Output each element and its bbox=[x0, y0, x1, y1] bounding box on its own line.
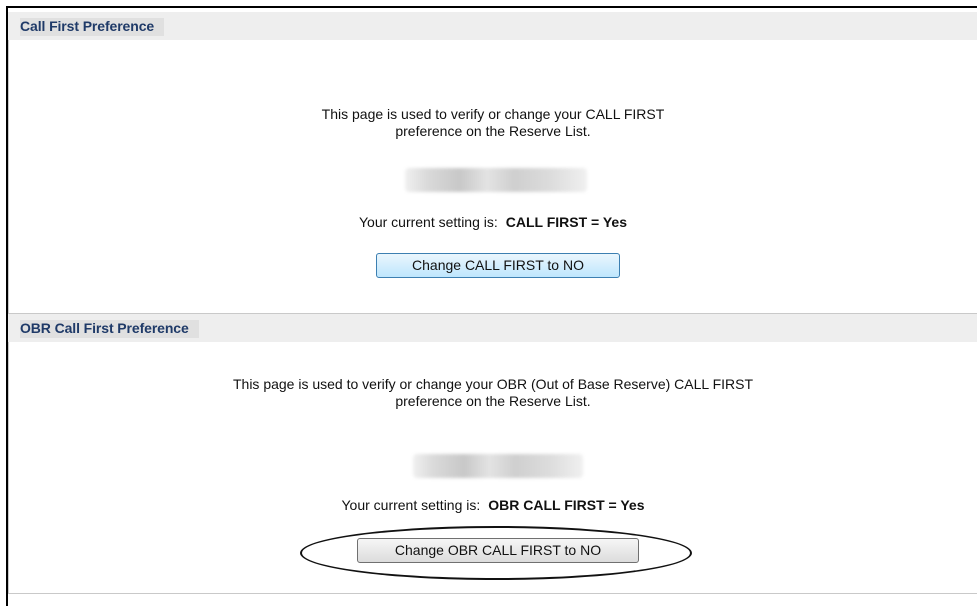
change-obr-call-first-button[interactable]: Change OBR CALL FIRST to NO bbox=[357, 538, 639, 563]
obr-call-first-setting-value: OBR CALL FIRST = Yes bbox=[488, 497, 645, 513]
obr-call-first-section: OBR Call First Preference This page is u… bbox=[8, 314, 977, 594]
call-first-description-line2: preference on the Reserve List. bbox=[395, 123, 591, 139]
call-first-setting-value: CALL FIRST = Yes bbox=[505, 214, 628, 230]
redacted-name bbox=[405, 168, 587, 192]
call-first-header: Call First Preference bbox=[8, 12, 977, 41]
obr-call-first-title: OBR Call First Preference bbox=[20, 320, 199, 338]
obr-call-first-description-line2: preference on the Reserve List. bbox=[395, 393, 591, 409]
call-first-body: This page is used to verify or change yo… bbox=[8, 40, 977, 314]
obr-call-first-setting: Your current setting is: OBR CALL FIRST =… bbox=[9, 497, 977, 513]
change-call-first-button[interactable]: Change CALL FIRST to NO bbox=[376, 253, 620, 278]
obr-call-first-setting-label: Your current setting is: bbox=[341, 497, 481, 513]
obr-call-first-description-line1: This page is used to verify or change yo… bbox=[232, 376, 754, 392]
call-first-setting: Your current setting is: CALL FIRST = Yes bbox=[9, 214, 977, 230]
obr-call-first-description: This page is used to verify or change yo… bbox=[9, 376, 977, 410]
obr-call-first-header: OBR Call First Preference bbox=[8, 314, 977, 343]
obr-call-first-body: This page is used to verify or change yo… bbox=[8, 342, 977, 594]
call-first-description-line1: This page is used to verify or change yo… bbox=[321, 106, 665, 122]
call-first-description: This page is used to verify or change yo… bbox=[9, 106, 977, 140]
call-first-setting-label: Your current setting is: bbox=[358, 214, 498, 230]
redacted-name bbox=[413, 454, 583, 478]
call-first-section: Call First Preference This page is used … bbox=[8, 12, 977, 314]
call-first-title: Call First Preference bbox=[20, 18, 165, 36]
